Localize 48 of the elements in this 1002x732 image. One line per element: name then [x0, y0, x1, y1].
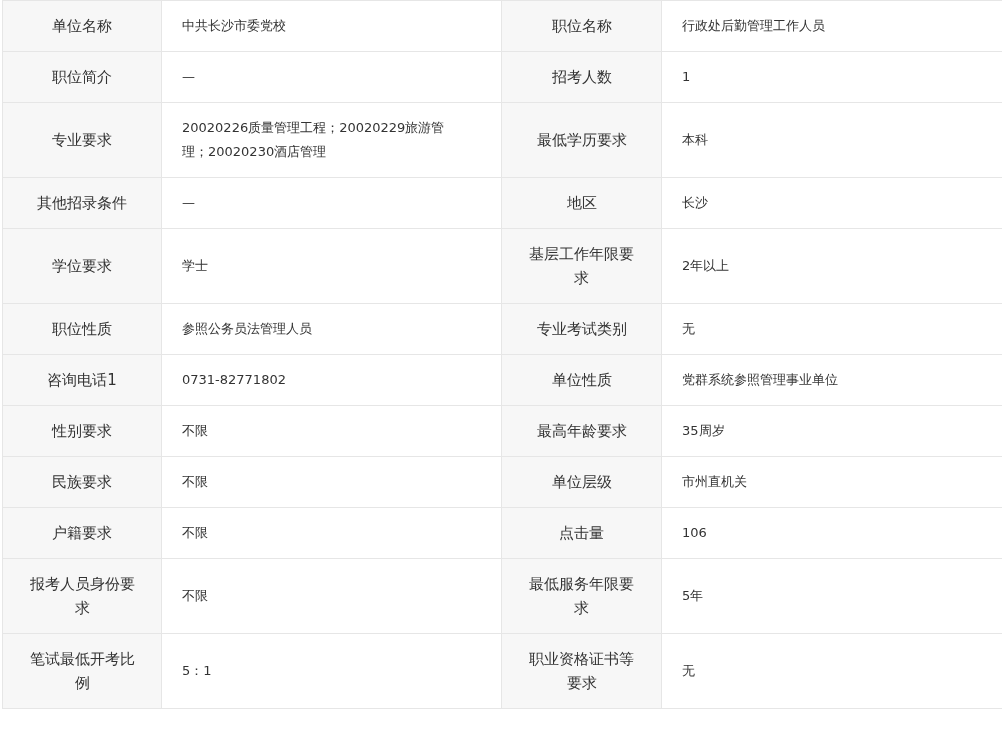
field-value: 20020226质量管理工程；20020229旅游管理；20020230酒店管理	[161, 102, 502, 178]
field-label: 职位名称	[501, 0, 662, 52]
field-value: 35周岁	[661, 405, 1002, 457]
field-label: 最高年龄要求	[501, 405, 662, 457]
field-label: 咨询电话1	[2, 354, 162, 406]
field-label: 最低学历要求	[501, 102, 662, 178]
field-label: 基层工作年限要求	[501, 228, 662, 304]
field-label: 户籍要求	[2, 507, 162, 559]
field-value: 无	[661, 303, 1002, 355]
field-label: 职业资格证书等要求	[501, 633, 662, 709]
field-value: 不限	[161, 456, 502, 508]
field-value: 不限	[161, 507, 502, 559]
field-label: 最低服务年限要求	[501, 558, 662, 634]
field-value: 党群系统参照管理事业单位	[661, 354, 1002, 406]
field-value: 本科	[661, 102, 1002, 178]
field-value: 无	[661, 633, 1002, 709]
field-value: 学士	[161, 228, 502, 304]
field-label: 单位层级	[501, 456, 662, 508]
field-label: 点击量	[501, 507, 662, 559]
field-label: 单位名称	[2, 0, 162, 52]
field-label: 其他招录条件	[2, 177, 162, 229]
field-value: 0731-82771802	[161, 354, 502, 406]
field-value: 5年	[661, 558, 1002, 634]
field-label: 单位性质	[501, 354, 662, 406]
field-value: 不限	[161, 558, 502, 634]
field-label: 民族要求	[2, 456, 162, 508]
field-value: —	[161, 51, 502, 103]
field-label: 专业要求	[2, 102, 162, 178]
field-label: 报考人员身份要求	[2, 558, 162, 634]
field-value: 市州直机关	[661, 456, 1002, 508]
field-label: 职位简介	[2, 51, 162, 103]
field-value: 不限	[161, 405, 502, 457]
field-value: 5：1	[161, 633, 502, 709]
field-value: 行政处后勤管理工作人员	[661, 0, 1002, 52]
field-value: 长沙	[661, 177, 1002, 229]
field-label: 性别要求	[2, 405, 162, 457]
field-value: 1	[661, 51, 1002, 103]
field-value: 参照公务员法管理人员	[161, 303, 502, 355]
field-label: 笔试最低开考比例	[2, 633, 162, 709]
field-label: 职位性质	[2, 303, 162, 355]
field-label: 专业考试类别	[501, 303, 662, 355]
field-label: 学位要求	[2, 228, 162, 304]
field-label: 招考人数	[501, 51, 662, 103]
field-label: 地区	[501, 177, 662, 229]
field-value: —	[161, 177, 502, 229]
field-value: 中共长沙市委党校	[161, 0, 502, 52]
field-value: 106	[661, 507, 1002, 559]
field-value: 2年以上	[661, 228, 1002, 304]
